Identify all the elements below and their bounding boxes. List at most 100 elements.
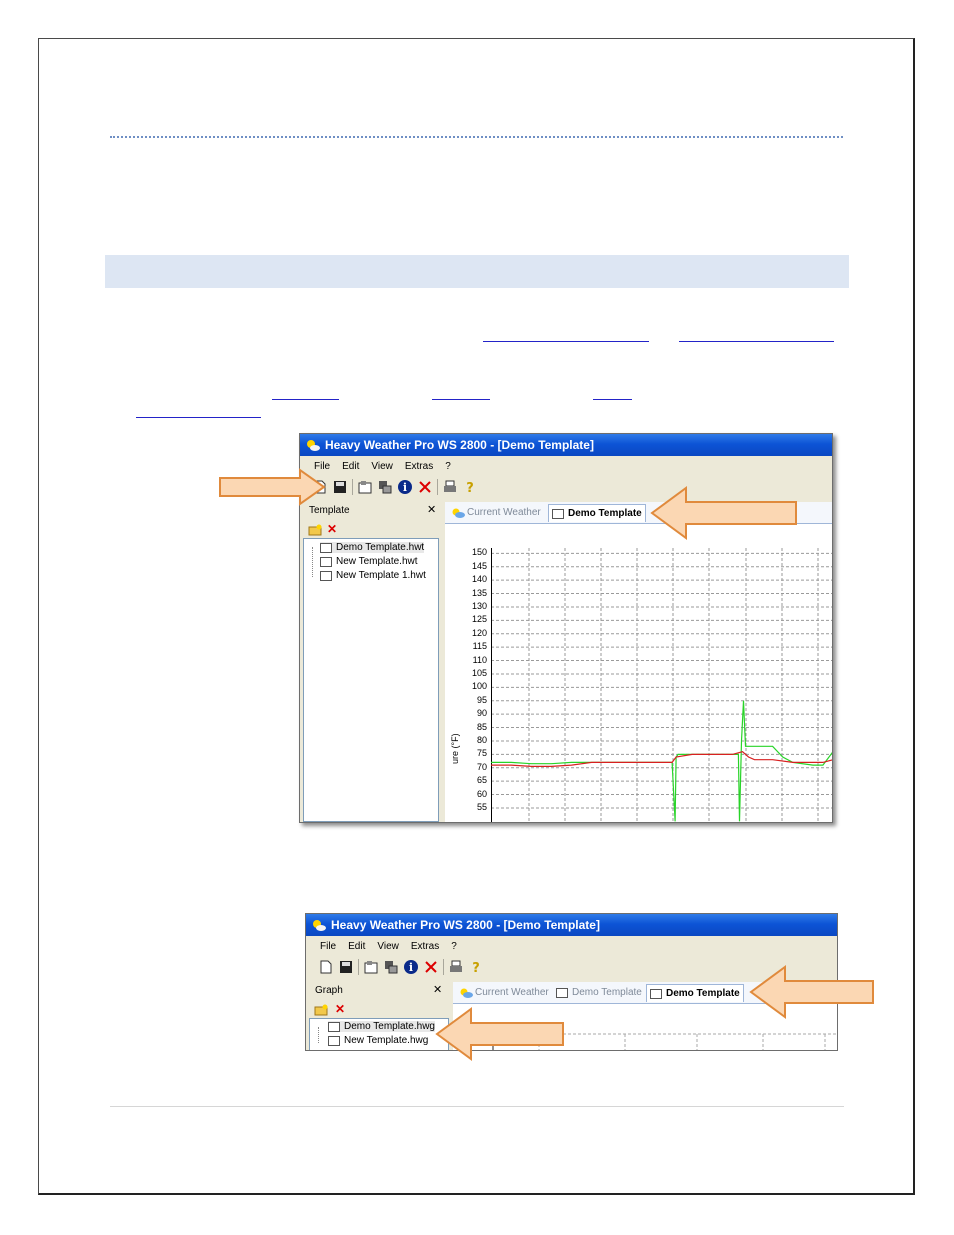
svg-text:i: i xyxy=(403,481,407,494)
file-label: New Template.hwt xyxy=(336,556,418,567)
properties-icon[interactable] xyxy=(357,479,373,495)
y-tick-label: 110 xyxy=(472,654,487,665)
graph-area: ure (°F) 150 145 140 135 130 125 120 115 110 105 1… xyxy=(445,524,832,822)
y-tick-label: 105 xyxy=(471,667,487,678)
download-icon[interactable] xyxy=(383,959,399,975)
callout-arrow-graph-tab xyxy=(749,965,874,1019)
window-title: Heavy Weather Pro WS 2800 - [Demo Templa… xyxy=(325,438,594,452)
file-label: New Template.hwg xyxy=(344,1035,429,1046)
y-tick-label: 145 xyxy=(471,560,487,571)
tree-item-new-template[interactable]: New Template.hwt xyxy=(320,556,418,567)
print-icon[interactable] xyxy=(442,479,458,495)
link-underline-3[interactable] xyxy=(272,399,339,400)
sun-cloud-icon xyxy=(452,508,465,518)
tree-line xyxy=(318,1027,320,1043)
tab-label: Demo Template xyxy=(568,508,642,519)
graph-file-icon xyxy=(328,1021,340,1032)
graph-file-icon xyxy=(650,988,662,999)
tab-label: Demo Template xyxy=(666,988,740,999)
chart-file-icon xyxy=(556,987,568,998)
print-icon[interactable] xyxy=(448,959,464,975)
callout-arrow-graph-file xyxy=(435,1007,564,1061)
help-icon[interactable]: ? xyxy=(468,959,484,975)
tab-label: Demo Template xyxy=(572,987,642,998)
toolbar-separator xyxy=(358,959,359,975)
y-tick-label: 80 xyxy=(476,734,487,745)
toolbar-separator xyxy=(443,959,444,975)
y-axis-ticks: 150 145 140 135 130 125 120 115 110 105 100 95 90 85 8… xyxy=(457,524,487,822)
menu-extras[interactable]: Extras xyxy=(405,461,433,472)
panel-title: Graph xyxy=(315,985,343,996)
file-tree: Demo Template.hwg New Template.hwg xyxy=(309,1018,449,1050)
menu-view[interactable]: View xyxy=(377,941,399,952)
menu-view[interactable]: View xyxy=(371,461,393,472)
menu-extras[interactable]: Extras xyxy=(411,941,439,952)
footer-rule xyxy=(110,1106,844,1107)
template-panel: Template ✕ ✕ Demo Template.hwt New Templ… xyxy=(303,502,439,822)
file-label: New Template 1.hwt xyxy=(336,570,426,581)
delete-icon[interactable]: ✕ xyxy=(335,1002,345,1016)
header-dotted-rule xyxy=(110,136,843,138)
properties-icon[interactable] xyxy=(363,959,379,975)
delete-icon[interactable] xyxy=(423,959,439,975)
tab-current-weather[interactable]: Current Weather xyxy=(451,504,541,521)
menu-edit[interactable]: Edit xyxy=(348,941,365,952)
save-icon[interactable] xyxy=(332,479,348,495)
window-title: Heavy Weather Pro WS 2800 - [Demo Templa… xyxy=(331,918,600,932)
y-tick-label: 140 xyxy=(471,574,487,585)
info-icon[interactable]: i xyxy=(403,959,419,975)
delete-icon[interactable] xyxy=(417,479,433,495)
tab-label: Current Weather xyxy=(467,507,541,518)
info-icon[interactable]: i xyxy=(397,479,413,495)
menu-help[interactable]: ? xyxy=(451,941,457,952)
tree-item-demo-template[interactable]: Demo Template.hwg xyxy=(328,1021,435,1032)
menu-bar: File Edit View Extras ? xyxy=(300,456,832,476)
tab-demo-template[interactable]: Demo Template xyxy=(548,504,646,522)
tab-demo-template-hwg[interactable]: Demo Template xyxy=(646,984,744,1002)
y-tick-label: 85 xyxy=(476,721,487,732)
help-icon[interactable]: ? xyxy=(462,479,478,495)
download-icon[interactable] xyxy=(377,479,393,495)
delete-icon[interactable]: ✕ xyxy=(327,522,337,536)
graph-file-icon xyxy=(328,1035,340,1046)
svg-text:?: ? xyxy=(466,481,474,494)
temperature-chart xyxy=(491,548,832,822)
svg-text:?: ? xyxy=(472,961,480,974)
tab-current-weather[interactable]: Current Weather xyxy=(459,984,549,1001)
y-tick-label: 130 xyxy=(471,600,487,611)
menu-file[interactable]: File xyxy=(320,941,336,952)
link-underline-5[interactable] xyxy=(593,399,632,400)
y-tick-label: 65 xyxy=(476,775,487,786)
y-tick-label: 135 xyxy=(471,587,487,598)
toolbar-separator xyxy=(352,479,353,495)
panel-title: Template xyxy=(309,505,350,516)
title-bar: Heavy Weather Pro WS 2800 - [Demo Templa… xyxy=(300,434,832,456)
new-icon[interactable] xyxy=(318,959,334,975)
link-underline-2[interactable] xyxy=(679,341,834,342)
menu-edit[interactable]: Edit xyxy=(342,461,359,472)
menu-help[interactable]: ? xyxy=(445,461,451,472)
tab-label: Current Weather xyxy=(475,987,549,998)
section-heading-band xyxy=(105,255,849,288)
y-tick-label: 100 xyxy=(471,681,487,692)
save-icon[interactable] xyxy=(338,959,354,975)
link-underline-6[interactable] xyxy=(136,417,261,418)
file-label: Demo Template.hwt xyxy=(336,542,425,553)
sun-cloud-icon xyxy=(460,988,473,998)
tree-item-new-template-1[interactable]: New Template 1.hwt xyxy=(320,570,426,581)
link-underline-1[interactable] xyxy=(483,341,649,342)
y-tick-label: 120 xyxy=(471,627,487,638)
y-tick-label: 125 xyxy=(471,614,487,625)
sun-cloud-icon xyxy=(311,918,327,932)
panel-close-icon[interactable]: ✕ xyxy=(433,983,442,996)
callout-arrow-save xyxy=(219,468,326,506)
chart-file-icon xyxy=(552,508,564,519)
tab-demo-template-hwt[interactable]: Demo Template xyxy=(556,984,642,1001)
y-tick-label: 75 xyxy=(476,748,487,759)
callout-arrow-tab xyxy=(650,486,797,540)
chart-file-icon xyxy=(320,570,332,581)
link-underline-4[interactable] xyxy=(432,399,490,400)
tree-item-demo-template[interactable]: Demo Template.hwt xyxy=(320,542,425,553)
tree-item-new-template[interactable]: New Template.hwg xyxy=(328,1035,428,1046)
panel-close-icon[interactable]: ✕ xyxy=(427,503,436,516)
